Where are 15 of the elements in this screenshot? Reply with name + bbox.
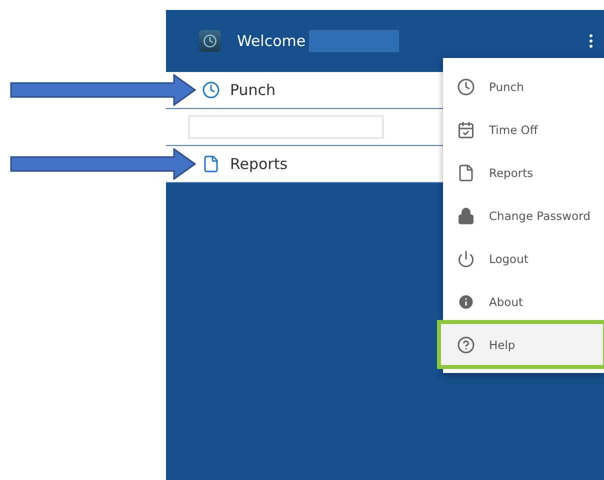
clock-icon <box>202 81 220 99</box>
document-icon <box>457 164 475 182</box>
clock-icon <box>457 78 475 96</box>
menu-item[interactable]: Change Password <box>443 194 604 237</box>
menu-item[interactable]: Logout <box>443 237 604 280</box>
power-icon <box>457 250 475 268</box>
calendar-check-icon <box>457 120 475 138</box>
document-icon <box>202 155 220 173</box>
menu-item[interactable]: About <box>443 280 604 323</box>
help-icon <box>457 336 475 354</box>
menu-item[interactable]: Help <box>440 323 604 366</box>
lock-icon <box>457 206 475 224</box>
clock-logo-icon <box>199 30 221 52</box>
welcome-title: Welcome <box>237 32 306 50</box>
info-icon <box>457 292 475 310</box>
